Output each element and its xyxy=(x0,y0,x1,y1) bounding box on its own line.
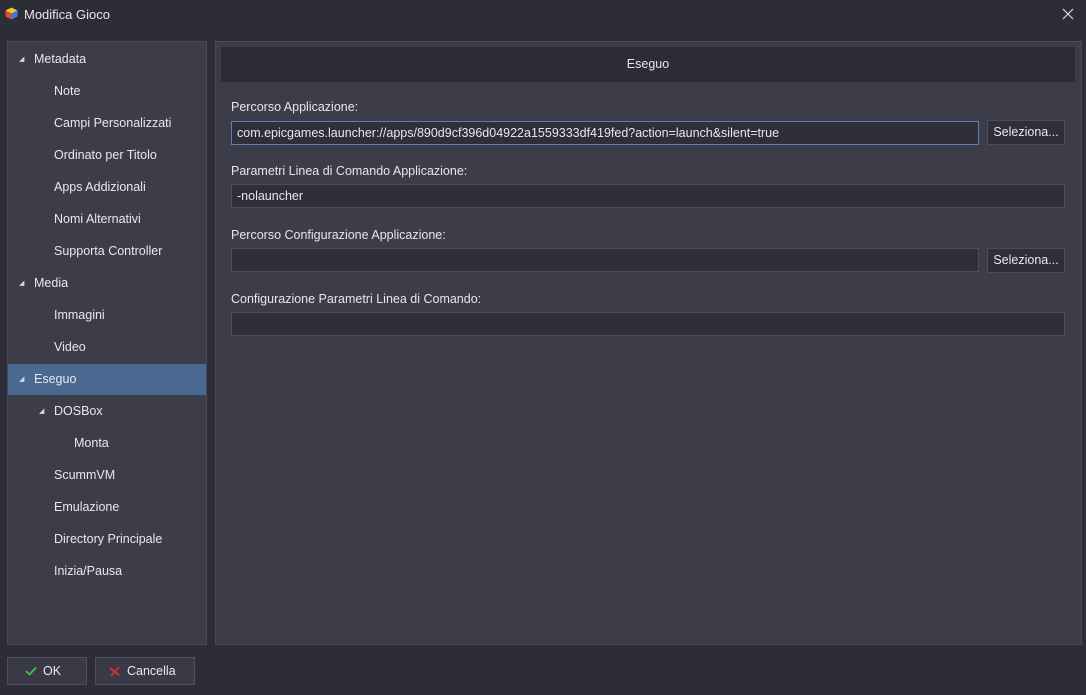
sidebar-item[interactable]: Nomi Alternativi xyxy=(8,204,206,235)
sidebar-item[interactable]: Monta xyxy=(8,428,206,459)
sidebar-item-label: ScummVM xyxy=(54,468,116,482)
cancel-x-icon xyxy=(109,666,120,677)
sidebar-item[interactable]: ◢ Eseguo xyxy=(8,364,206,395)
sidebar-item-label: Note xyxy=(54,84,81,98)
app-path-browse-button[interactable]: Seleziona... xyxy=(987,120,1065,145)
sidebar-item-label: DOSBox xyxy=(54,404,103,418)
title-bar: Modifica Gioco xyxy=(0,0,1086,28)
config-path-input[interactable] xyxy=(231,248,979,272)
sidebar-item[interactable]: Immagini xyxy=(8,300,206,331)
sidebar-item[interactable]: Campi Personalizzati xyxy=(8,108,206,139)
close-icon xyxy=(1062,8,1074,20)
sidebar-item[interactable]: Video xyxy=(8,332,206,363)
sidebar-item[interactable]: ◢ Media xyxy=(8,268,206,299)
sidebar-item-label: Supporta Controller xyxy=(54,244,163,258)
section-header: Eseguo xyxy=(221,47,1075,82)
sidebar-item-label: Campi Personalizzati xyxy=(54,116,172,130)
sidebar-item-label: Monta xyxy=(74,436,109,450)
app-cube-icon xyxy=(5,7,18,20)
sidebar-item[interactable]: ScummVM xyxy=(8,460,206,491)
expand-arrow-icon[interactable]: ◢ xyxy=(39,396,44,427)
config-path-label: Percorso Configurazione Applicazione: xyxy=(231,228,446,242)
expand-arrow-icon[interactable]: ◢ xyxy=(19,44,24,75)
sidebar-item[interactable]: ◢ Metadata xyxy=(8,44,206,75)
sidebar-item-label: Media xyxy=(34,276,69,290)
sidebar-item-label: Inizia/Pausa xyxy=(54,564,123,578)
app-args-label: Parametri Linea di Comando Applicazione: xyxy=(231,164,468,178)
sidebar-item-label: Immagini xyxy=(54,308,105,322)
sidebar-item[interactable]: ◢ DOSBox xyxy=(8,396,206,427)
sidebar-item-label: Video xyxy=(54,340,86,354)
sidebar-item-label: Directory Principale xyxy=(54,532,163,546)
sidebar-item[interactable]: Inizia/Pausa xyxy=(8,556,206,587)
main-panel: Eseguo Percorso Applicazione: com.epicga… xyxy=(215,41,1082,645)
sidebar-item[interactable]: Note xyxy=(8,76,206,107)
check-icon xyxy=(25,666,37,676)
expand-arrow-icon[interactable]: ◢ xyxy=(19,268,24,299)
sidebar-item[interactable]: Supporta Controller xyxy=(8,236,206,267)
sidebar-item-label: Apps Addizionali xyxy=(54,180,146,194)
cancel-label: Cancella xyxy=(127,664,176,678)
config-path-browse-button[interactable]: Seleziona... xyxy=(987,248,1065,273)
sidebar-item-label: Emulazione xyxy=(54,500,120,514)
window-title: Modifica Gioco xyxy=(24,7,110,22)
sidebar-item-label: Nomi Alternativi xyxy=(54,212,141,226)
config-args-label: Configurazione Parametri Linea di Comand… xyxy=(231,292,482,306)
sidebar-item[interactable]: Directory Principale xyxy=(8,524,206,555)
cancel-button[interactable]: Cancella xyxy=(95,657,195,685)
sidebar-item-label: Ordinato per Titolo xyxy=(54,148,157,162)
app-path-label: Percorso Applicazione: xyxy=(231,100,359,114)
app-path-input[interactable]: com.epicgames.launcher://apps/890d9cf396… xyxy=(231,121,979,145)
ok-button[interactable]: OK xyxy=(7,657,87,685)
config-args-input[interactable] xyxy=(231,312,1065,336)
sidebar-item[interactable]: Emulazione xyxy=(8,492,206,523)
sidebar-item[interactable]: Apps Addizionali xyxy=(8,172,206,203)
sidebar-item-label: Eseguo xyxy=(34,372,77,386)
sidebar-item-label: Metadata xyxy=(34,52,87,66)
expand-arrow-icon[interactable]: ◢ xyxy=(19,364,24,395)
sidebar-item[interactable]: Ordinato per Titolo xyxy=(8,140,206,171)
close-button[interactable] xyxy=(1050,0,1086,28)
ok-label: OK xyxy=(43,664,62,678)
sidebar-tree: ◢ Metadata Note Campi Personalizzati Ordinat… xyxy=(7,41,207,645)
app-args-input[interactable]: -nolauncher xyxy=(231,184,1065,208)
